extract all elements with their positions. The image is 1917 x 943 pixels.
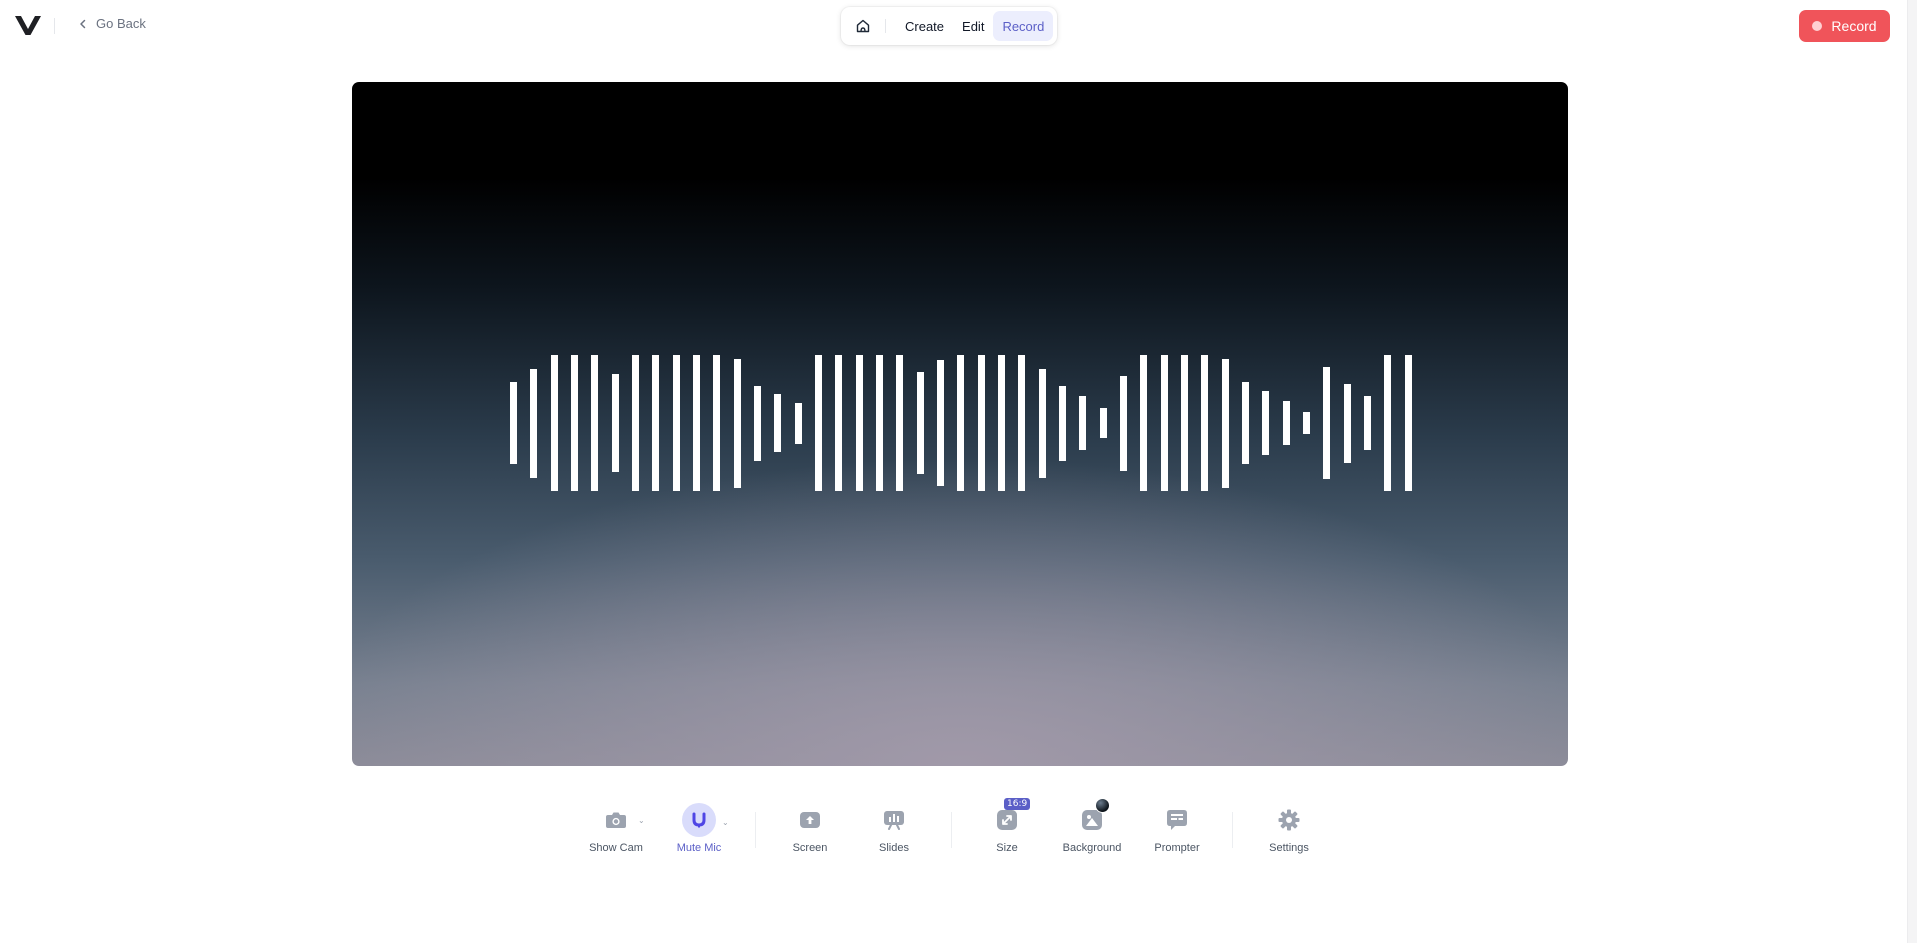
waveform-bar xyxy=(835,355,842,491)
waveform-bar xyxy=(856,355,863,491)
tab-edit[interactable]: Edit xyxy=(953,11,993,41)
screen-share-icon xyxy=(796,806,824,834)
waveform-bar xyxy=(1120,376,1127,471)
waveform-bar xyxy=(510,382,517,464)
waveform-bar xyxy=(1181,355,1188,491)
waveform-bar xyxy=(1079,396,1086,450)
waveform-bar xyxy=(530,369,537,478)
chevron-down-icon[interactable]: ⌄ xyxy=(722,818,729,827)
gear-icon xyxy=(1275,806,1303,834)
waveform-bar xyxy=(978,355,985,491)
waveform-bar xyxy=(815,355,822,491)
record-button[interactable]: Record xyxy=(1799,10,1890,42)
waveform-bar xyxy=(1018,355,1025,491)
waveform-bar xyxy=(1283,401,1290,445)
resize-icon: 16:9 xyxy=(993,806,1021,834)
size-button[interactable]: 16:9 Size xyxy=(983,806,1031,856)
tab-create[interactable]: Create xyxy=(896,11,953,41)
waveform-bar xyxy=(1344,384,1351,463)
waveform-bar xyxy=(693,355,700,491)
waveform-bar xyxy=(673,355,680,491)
waveform-bar xyxy=(713,355,720,491)
record-button-label: Record xyxy=(1831,18,1876,34)
waveform-bar xyxy=(551,355,558,491)
waveform-bar xyxy=(917,372,924,474)
logo-icon[interactable] xyxy=(15,14,41,36)
waveform-bar xyxy=(1323,367,1330,479)
settings-label: Settings xyxy=(1269,842,1309,854)
waveform-bar xyxy=(1262,391,1269,455)
waveform-bar xyxy=(1140,355,1147,491)
toolbar-divider xyxy=(951,812,952,848)
screen-label: Screen xyxy=(793,842,828,854)
waveform-bar xyxy=(1222,359,1229,488)
chevron-left-icon xyxy=(78,19,88,29)
recorder-app: Go Back Create Edit Record Record ⌄ Show… xyxy=(0,0,1917,943)
waveform-bar xyxy=(1242,382,1249,464)
waveform-bar xyxy=(774,394,781,452)
waveform-bar xyxy=(1405,355,1412,491)
nav-divider xyxy=(885,19,886,33)
slides-label: Slides xyxy=(879,842,909,854)
prompter-button[interactable]: Prompter xyxy=(1149,806,1205,856)
waveform-bar xyxy=(571,355,578,491)
go-back-label: Go Back xyxy=(96,16,146,31)
waveform-bar xyxy=(1303,412,1310,434)
recording-preview xyxy=(352,82,1568,766)
waveform-bar xyxy=(632,355,639,491)
waveform-bar xyxy=(937,360,944,486)
waveform-bar xyxy=(1059,386,1066,461)
waveform-bar xyxy=(998,355,1005,491)
waveform-bar xyxy=(652,355,659,491)
slides-button[interactable]: Slides xyxy=(870,806,918,856)
aspect-ratio-badge: 16:9 xyxy=(1004,798,1030,810)
waveform-bar xyxy=(876,355,883,491)
background-swatch xyxy=(1095,798,1110,813)
prompter-icon xyxy=(1163,806,1191,834)
waveform-bar xyxy=(1100,408,1107,438)
microphone-icon xyxy=(682,803,716,837)
waveform-bar xyxy=(1384,355,1391,491)
toolbar-divider xyxy=(1232,812,1233,848)
show-cam-label: Show Cam xyxy=(589,842,643,854)
waveform-bar xyxy=(1364,396,1371,450)
background-label: Background xyxy=(1063,842,1122,854)
screen-button[interactable]: Screen xyxy=(786,806,834,856)
waveform-bar xyxy=(612,374,619,472)
waveform-bar xyxy=(1161,355,1168,491)
prompter-label: Prompter xyxy=(1154,842,1199,854)
settings-button[interactable]: Settings xyxy=(1262,806,1316,856)
tab-record[interactable]: Record xyxy=(993,11,1053,41)
record-dot-icon xyxy=(1812,21,1822,31)
mute-mic-label: Mute Mic xyxy=(677,842,722,854)
size-label: Size xyxy=(996,842,1017,854)
camera-icon xyxy=(602,806,630,834)
waveform-bar xyxy=(795,403,802,444)
home-button[interactable] xyxy=(845,11,881,41)
waveform-bar xyxy=(734,359,741,488)
image-icon xyxy=(1078,806,1106,834)
scrollbar[interactable] xyxy=(1907,0,1917,943)
go-back-button[interactable]: Go Back xyxy=(78,16,146,31)
mode-nav: Create Edit Record xyxy=(841,7,1057,45)
waveform-bar xyxy=(1201,355,1208,491)
waveform-bar xyxy=(591,355,598,491)
toolbar-divider xyxy=(755,812,756,848)
show-cam-button[interactable]: ⌄ Show Cam xyxy=(586,806,646,856)
waveform-bar xyxy=(1039,369,1046,478)
background-button[interactable]: Background xyxy=(1058,806,1126,856)
mute-mic-button[interactable]: ⌄ Mute Mic xyxy=(672,806,726,856)
waveform-bar xyxy=(896,355,903,491)
home-icon xyxy=(855,18,871,34)
logo-divider xyxy=(54,18,55,34)
waveform-bar xyxy=(754,386,761,461)
waveform-bar xyxy=(957,355,964,491)
presentation-icon xyxy=(880,806,908,834)
chevron-down-icon[interactable]: ⌄ xyxy=(638,816,645,825)
